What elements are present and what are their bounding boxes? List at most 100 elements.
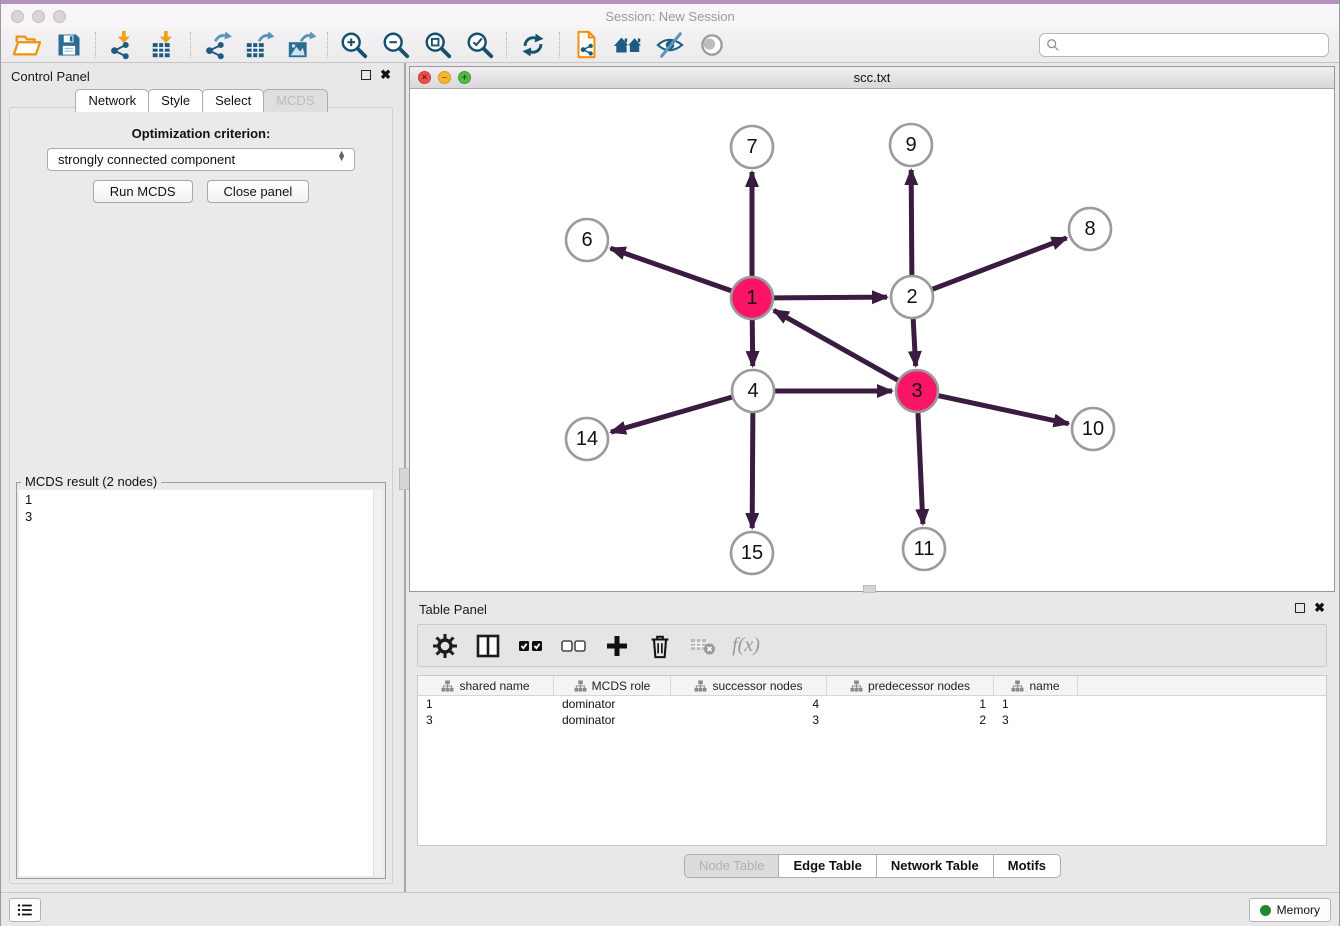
table-row[interactable]: 3dominator323: [418, 712, 1326, 728]
float-panel-icon[interactable]: [361, 70, 371, 80]
plus-icon: [605, 634, 629, 658]
mcds-result-area[interactable]: 1 3: [19, 490, 383, 876]
graph-node-label: 14: [576, 428, 598, 450]
graph-node-label: 15: [741, 542, 763, 564]
table-row[interactable]: 1dominator411: [418, 696, 1326, 712]
close-panel-icon[interactable]: ✖: [380, 68, 391, 81]
show-hide-graphics-button[interactable]: [652, 30, 688, 60]
function-builder-button[interactable]: f(x): [731, 631, 761, 661]
search-input[interactable]: [1064, 38, 1322, 52]
graph-edge-1-6[interactable]: [611, 248, 732, 290]
table-cell[interactable]: dominator: [554, 712, 671, 728]
graph-edge-2-8[interactable]: [933, 238, 1067, 289]
result-scrollbar[interactable]: [373, 490, 383, 876]
table-tab-edge-table[interactable]: Edge Table: [778, 854, 876, 878]
graph-edge-2-9[interactable]: [911, 170, 912, 275]
control-tab-network[interactable]: Network: [75, 89, 149, 112]
search-field[interactable]: [1039, 33, 1329, 57]
task-history-button[interactable]: [9, 898, 41, 922]
import-network-button[interactable]: [104, 30, 140, 60]
export-table-button[interactable]: [241, 30, 277, 60]
network-canvas[interactable]: 7968124314101511: [410, 89, 1334, 591]
unselect-all-columns-button[interactable]: [559, 631, 589, 661]
close-table-panel-icon[interactable]: ✖: [1314, 601, 1325, 614]
graph-edge-4-15[interactable]: [752, 413, 753, 528]
table-cell[interactable]: dominator: [554, 696, 671, 712]
memory-button[interactable]: Memory: [1249, 898, 1331, 922]
node-table-header: shared nameMCDS role successor nodes prede…: [418, 676, 1326, 696]
export-table-icon: [244, 30, 274, 60]
columns-icon: [476, 634, 500, 658]
two-houses-icon: [612, 30, 644, 60]
zoom-in-button[interactable]: [336, 30, 372, 60]
save-session-button[interactable]: [51, 30, 87, 60]
column-header-shared-name[interactable]: shared name: [418, 676, 554, 695]
zoom-fit-button[interactable]: [420, 30, 456, 60]
first-neighbors-button[interactable]: [610, 30, 646, 60]
table-cell[interactable]: 4: [671, 696, 827, 712]
horizontal-splitter-handle[interactable]: [863, 585, 876, 593]
task-list-icon: [16, 901, 34, 919]
close-panel-button[interactable]: Close panel: [207, 180, 310, 203]
memory-status-icon: [1260, 905, 1271, 916]
graph-edge-3-10[interactable]: [939, 396, 1069, 424]
select-all-columns-button[interactable]: [516, 631, 546, 661]
run-mcds-button[interactable]: Run MCDS: [93, 180, 193, 203]
zoom-selected-button[interactable]: [462, 30, 498, 60]
table-cell[interactable]: 3: [994, 712, 1078, 728]
graph-edge-3-1[interactable]: [774, 310, 898, 380]
clone-network-icon: [571, 30, 601, 60]
table-tab-motifs[interactable]: Motifs: [993, 854, 1061, 878]
graph-node-label: 3: [911, 380, 922, 402]
table-options-button[interactable]: [430, 631, 460, 661]
eye-slash-icon: [655, 30, 685, 60]
window-title: Session: New Session: [1, 9, 1339, 24]
fx-icon: f(x): [732, 634, 760, 657]
table-cell[interactable]: 1: [994, 696, 1078, 712]
open-session-button[interactable]: [9, 30, 45, 60]
graph-edge-3-11[interactable]: [918, 413, 923, 524]
table-cell[interactable]: 3: [418, 712, 554, 728]
column-header-name[interactable]: name: [994, 676, 1078, 695]
criterion-dropdown[interactable]: strongly connected component ▲▼: [47, 148, 355, 171]
table-cell[interactable]: 3: [671, 712, 827, 728]
show-column-button[interactable]: [473, 631, 503, 661]
import-table-button[interactable]: [146, 30, 182, 60]
table-panel-title: Table Panel: [419, 602, 487, 617]
control-tab-select[interactable]: Select: [202, 89, 264, 112]
export-network-button[interactable]: [199, 30, 235, 60]
control-tab-mcds[interactable]: MCDS: [263, 89, 327, 112]
delete-table-button[interactable]: [688, 631, 718, 661]
graph-edge-1-2[interactable]: [774, 297, 887, 298]
unchecked-boxes-icon: [561, 638, 587, 654]
graph-edge-4-14[interactable]: [611, 397, 732, 432]
mcds-result-text: 1 3: [19, 490, 383, 528]
refresh-button[interactable]: [515, 30, 551, 60]
table-cell[interactable]: 1: [418, 696, 554, 712]
birds-eye-view-button[interactable]: [694, 30, 730, 60]
checked-boxes-icon: [518, 638, 544, 654]
control-tab-style[interactable]: Style: [148, 89, 203, 112]
clone-network-button[interactable]: [568, 30, 604, 60]
table-cell[interactable]: 1: [827, 696, 994, 712]
export-image-button[interactable]: [283, 30, 319, 60]
zoom-out-button[interactable]: [378, 30, 414, 60]
table-tab-node-table[interactable]: Node Table: [684, 854, 780, 878]
network-window-titlebar[interactable]: × – + scc.txt: [410, 67, 1334, 89]
table-tabs: Node TableEdge TableNetwork TableMotifs: [409, 854, 1335, 878]
create-column-button[interactable]: [602, 631, 632, 661]
main-toolbar: [1, 28, 1339, 63]
delete-columns-button[interactable]: [645, 631, 675, 661]
column-header-MCDS-role[interactable]: MCDS role: [554, 676, 671, 695]
table-cell[interactable]: 2: [827, 712, 994, 728]
column-header-predecessor-nodes[interactable]: predecessor nodes: [827, 676, 994, 695]
column-header-label: successor nodes: [712, 679, 802, 693]
graph-node-label: 6: [581, 229, 592, 251]
table-panel: Table Panel ✖: [409, 596, 1335, 886]
network-window-title: scc.txt: [410, 70, 1334, 85]
attribute-icon: [574, 680, 587, 692]
table-tab-network-table[interactable]: Network Table: [876, 854, 994, 878]
float-table-panel-icon[interactable]: [1295, 603, 1305, 613]
graph-edge-2-3[interactable]: [913, 319, 916, 366]
column-header-successor-nodes[interactable]: successor nodes: [671, 676, 827, 695]
